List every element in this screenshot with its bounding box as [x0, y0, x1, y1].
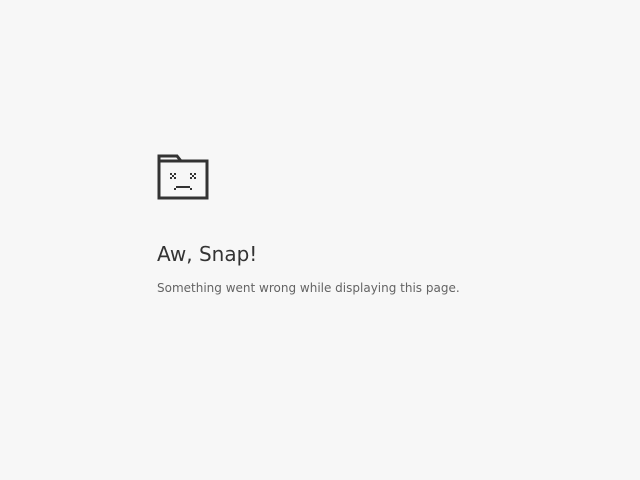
- error-page: Aw, Snap! Something went wrong while dis…: [0, 0, 640, 480]
- error-title: Aw, Snap!: [157, 242, 258, 266]
- error-content: Aw, Snap! Something went wrong while dis…: [157, 154, 597, 297]
- sad-tab-icon: [157, 154, 209, 200]
- error-message: Something went wrong while displaying th…: [157, 281, 460, 295]
